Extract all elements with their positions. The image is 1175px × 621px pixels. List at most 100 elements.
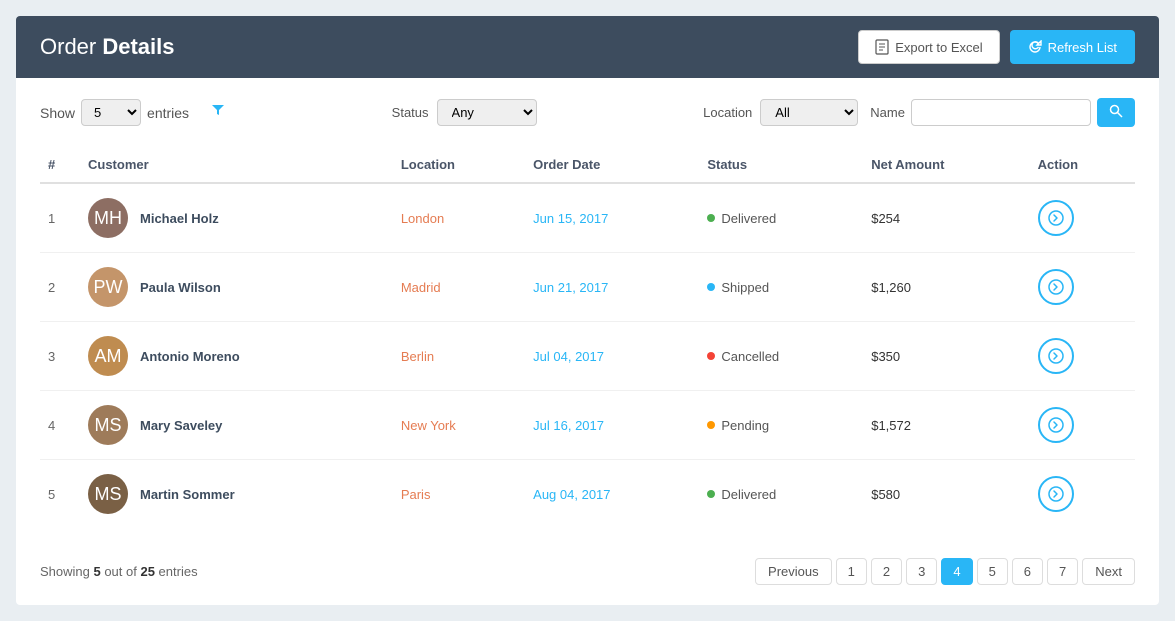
status-text: Delivered [721, 211, 776, 226]
header-actions: Export to Excel Refresh List [858, 30, 1135, 64]
location-link[interactable]: Madrid [401, 280, 441, 295]
row-action [1030, 322, 1135, 391]
next-button[interactable]: Next [1082, 558, 1135, 585]
table-footer: Showing 5 out of 25 entries Previous 1 2… [40, 548, 1135, 585]
row-order-date: Jun 15, 2017 [525, 183, 699, 253]
customer-name: Mary Saveley [140, 418, 222, 433]
status-dot [707, 283, 715, 291]
view-order-button[interactable] [1038, 407, 1074, 443]
col-status: Status [699, 147, 863, 183]
status-label: Status [392, 105, 429, 120]
row-net-amount: $1,260 [863, 253, 1029, 322]
location-link[interactable]: London [401, 211, 444, 226]
page-button-2[interactable]: 2 [871, 558, 902, 585]
export-excel-button[interactable]: Export to Excel [858, 30, 999, 64]
search-button[interactable] [1097, 98, 1135, 127]
view-order-button[interactable] [1038, 476, 1074, 512]
row-num: 2 [40, 253, 80, 322]
avatar: MS [88, 474, 128, 514]
customer-name: Michael Holz [140, 211, 219, 226]
view-order-button[interactable] [1038, 269, 1074, 305]
location-label: Location [703, 105, 752, 120]
customer-name: Antonio Moreno [140, 349, 240, 364]
avatar: AM [88, 336, 128, 376]
main-card: Show 5 10 25 50 100 entries Status Any D… [16, 78, 1159, 605]
row-action [1030, 460, 1135, 529]
row-customer: MH Michael Holz [80, 183, 393, 253]
row-num: 5 [40, 460, 80, 529]
search-icon [1109, 104, 1123, 118]
status-dot [707, 214, 715, 222]
location-link[interactable]: Paris [401, 487, 431, 502]
showing-count: 5 [93, 564, 100, 579]
row-customer: MS Martin Sommer [80, 460, 393, 529]
row-location: New York [393, 391, 525, 460]
row-status: Delivered [699, 183, 863, 253]
avatar: PW [88, 267, 128, 307]
row-location: Berlin [393, 322, 525, 391]
view-order-button[interactable] [1038, 338, 1074, 374]
row-action [1030, 183, 1135, 253]
showing-total: 25 [140, 564, 154, 579]
refresh-list-button[interactable]: Refresh List [1010, 30, 1135, 64]
customer-name: Martin Sommer [140, 487, 235, 502]
location-filter: Location All London Madrid Berlin New Yo… [703, 99, 858, 126]
page-button-3[interactable]: 3 [906, 558, 937, 585]
page-button-1[interactable]: 1 [836, 558, 867, 585]
row-status: Pending [699, 391, 863, 460]
page-button-6[interactable]: 6 [1012, 558, 1043, 585]
arrow-right-icon [1048, 279, 1064, 295]
name-search-input[interactable] [911, 99, 1091, 126]
row-action [1030, 253, 1135, 322]
row-location: London [393, 183, 525, 253]
row-location: Paris [393, 460, 525, 529]
page-header: Order Details Export to Excel Refresh Li… [16, 16, 1159, 78]
prev-button[interactable]: Previous [755, 558, 832, 585]
avatar: MS [88, 405, 128, 445]
name-label: Name [870, 105, 905, 120]
row-net-amount: $1,572 [863, 391, 1029, 460]
page-button-4[interactable]: 4 [941, 558, 972, 585]
status-dot [707, 490, 715, 498]
row-status: Delivered [699, 460, 863, 529]
row-customer: MS Mary Saveley [80, 391, 393, 460]
col-action: Action [1030, 147, 1135, 183]
table-row: 5 MS Martin Sommer Paris Aug 04, 2017 De… [40, 460, 1135, 529]
status-select[interactable]: Any Delivered Shipped Cancelled Pending [437, 99, 537, 126]
entries-select[interactable]: 5 10 25 50 100 [81, 99, 141, 126]
col-location: Location [393, 147, 525, 183]
row-status: Shipped [699, 253, 863, 322]
location-link[interactable]: Berlin [401, 349, 434, 364]
col-order-date: Order Date [525, 147, 699, 183]
row-customer: AM Antonio Moreno [80, 322, 393, 391]
location-select[interactable]: All London Madrid Berlin New York Paris [760, 99, 858, 126]
status-text: Pending [721, 418, 769, 433]
col-net-amount: Net Amount [863, 147, 1029, 183]
table-row: 1 MH Michael Holz London Jun 15, 2017 De… [40, 183, 1135, 253]
status-filter: Status Any Delivered Shipped Cancelled P… [392, 99, 537, 126]
table-header-row: # Customer Location Order Date Status Ne… [40, 147, 1135, 183]
row-order-date: Jul 16, 2017 [525, 391, 699, 460]
row-order-date: Aug 04, 2017 [525, 460, 699, 529]
table-row: 2 PW Paula Wilson Madrid Jun 21, 2017 Sh… [40, 253, 1135, 322]
status-text: Cancelled [721, 349, 779, 364]
view-order-button[interactable] [1038, 200, 1074, 236]
status-text: Delivered [721, 487, 776, 502]
row-order-date: Jun 21, 2017 [525, 253, 699, 322]
name-search-control: Name [870, 98, 1135, 127]
row-net-amount: $350 [863, 322, 1029, 391]
col-customer: Customer [80, 147, 393, 183]
row-customer: PW Paula Wilson [80, 253, 393, 322]
page-title: Order Details [40, 34, 175, 60]
excel-icon [875, 39, 889, 55]
status-dot [707, 352, 715, 360]
row-net-amount: $254 [863, 183, 1029, 253]
row-num: 1 [40, 183, 80, 253]
location-link[interactable]: New York [401, 418, 456, 433]
pagination: Previous 1 2 3 4 5 6 7 Next [755, 558, 1135, 585]
row-status: Cancelled [699, 322, 863, 391]
row-num: 3 [40, 322, 80, 391]
show-entries-control: Show 5 10 25 50 100 entries [40, 99, 189, 126]
page-button-5[interactable]: 5 [977, 558, 1008, 585]
page-button-7[interactable]: 7 [1047, 558, 1078, 585]
